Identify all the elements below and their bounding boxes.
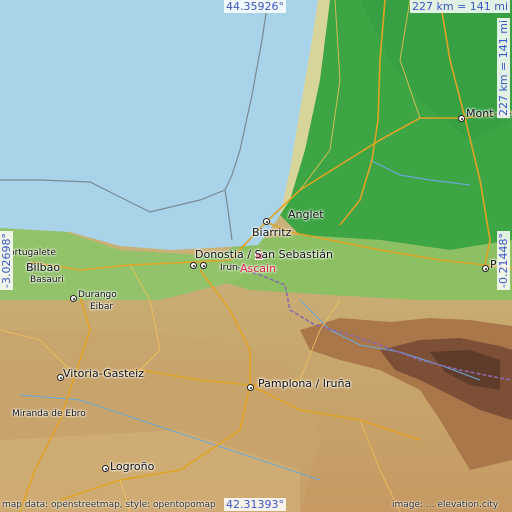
scale-top: 227 km = 141 mi: [410, 0, 511, 13]
town-marker: [263, 218, 270, 225]
city-label-irun: Irun: [220, 263, 238, 273]
image-credit: image: ... elevation.city: [392, 500, 499, 510]
town-marker: [247, 384, 254, 391]
elevation-map: Mont-de-M Anglet Biarritz Donostia / San…: [0, 0, 512, 512]
city-label-anglet: Anglet: [288, 208, 324, 221]
city-label-miranda: Miranda de Ebro: [12, 409, 86, 419]
city-label-durango: Durango: [78, 290, 117, 300]
town-marker: [200, 262, 207, 269]
town-marker: [70, 295, 77, 302]
town-marker: [102, 465, 109, 472]
city-label-donostia: Donostia / San Sebastián: [195, 248, 333, 261]
coord-right: -0.21448°: [497, 231, 510, 290]
city-label-biarritz: Biarritz: [252, 226, 292, 239]
city-label-ascain: Ascain: [240, 262, 277, 275]
map-credit: map data: openstreetmap, style: opentopo…: [2, 500, 216, 510]
city-label-vitoria: Vitoria-Gasteiz: [63, 367, 144, 380]
city-label-pamplona: Pamplona / Iruña: [258, 377, 352, 390]
town-marker: [190, 262, 197, 269]
city-label-eibar: Eibar: [90, 302, 114, 312]
town-marker: [458, 115, 465, 122]
city-label-bilbao: Bilbao: [26, 261, 61, 274]
scale-right: 227 km = 141 mi: [497, 17, 510, 118]
city-label-logrono: Logroño: [110, 460, 155, 473]
city-label-basauri: Basauri: [30, 275, 64, 285]
town-marker: [482, 265, 489, 272]
coord-top: 44.35926°: [224, 0, 286, 13]
coord-bottom: 42.31393°: [224, 498, 286, 511]
coord-left: -3.02698°: [0, 231, 13, 290]
